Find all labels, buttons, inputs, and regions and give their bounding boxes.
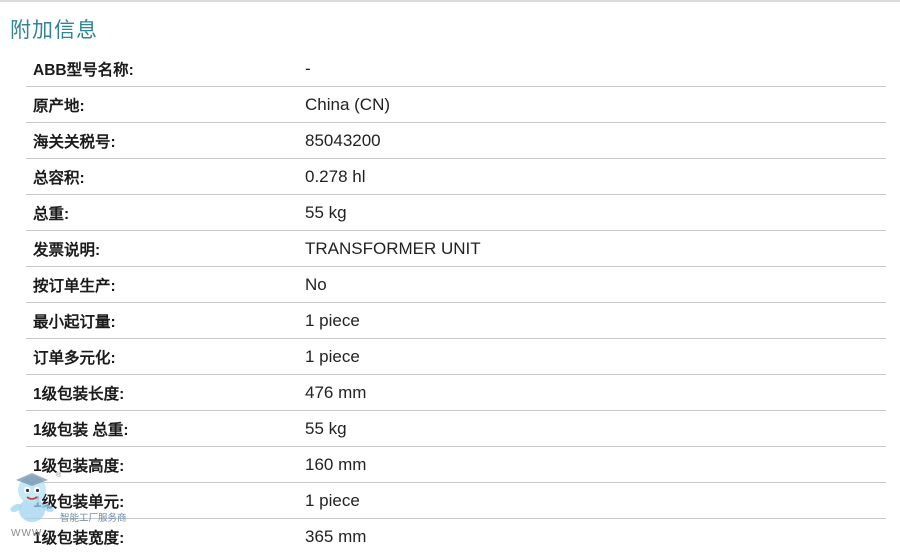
row-value: 85043200 — [305, 130, 381, 150]
section-title: 附加信息 — [10, 19, 98, 42]
row-value: 365 mm — [305, 526, 367, 546]
table-row: 总重: 55 kg — [26, 195, 886, 231]
row-value: 160 mm — [305, 454, 367, 474]
top-divider — [0, 0, 900, 2]
row-label: 总重: — [33, 205, 70, 223]
row-value: 1 piece — [305, 490, 360, 510]
row-label: 最小起订量: — [33, 313, 116, 331]
row-label: 总容积: — [33, 169, 85, 187]
table-row: 1级包装 总重: 55 kg — [26, 411, 886, 447]
row-value: China (CN) — [305, 94, 391, 114]
row-value: TRANSFORMER UNIT — [305, 238, 481, 258]
table-row: 原产地: China (CN) — [26, 87, 886, 123]
table-row: 1级包装长度: 476 mm — [26, 375, 886, 411]
table-row: 1级包装高度: 160 mm — [26, 447, 886, 483]
table-row: 1级包装宽度: 365 mm — [26, 519, 886, 554]
row-label: 发票说明: — [33, 241, 101, 259]
row-value: 476 mm — [305, 382, 367, 402]
row-label: 1级包装宽度: — [33, 529, 125, 547]
additional-info-table: ABB型号名称: - 原产地: China (CN) 海关关税号: 850432… — [26, 51, 886, 554]
row-label: ABB型号名称: — [33, 61, 134, 79]
row-label: 1级包装长度: — [33, 385, 125, 403]
table-row: 发票说明: TRANSFORMER UNIT — [26, 231, 886, 267]
row-value: 1 piece — [305, 346, 360, 366]
table-row: 1级包装单元: 1 piece — [26, 483, 886, 519]
row-value: 55 kg — [305, 418, 347, 438]
row-label: 原产地: — [33, 97, 85, 115]
row-label: 订单多元化: — [33, 349, 116, 367]
table-row: 海关关税号: 85043200 — [26, 123, 886, 159]
row-value: 1 piece — [305, 310, 360, 330]
table-row: 按订单生产: No — [26, 267, 886, 303]
row-label: 1级包装单元: — [33, 493, 125, 511]
row-value: - — [305, 58, 311, 78]
table-row: 最小起订量: 1 piece — [26, 303, 886, 339]
table-row: 订单多元化: 1 piece — [26, 339, 886, 375]
row-label: 1级包装高度: — [33, 457, 125, 475]
row-label: 按订单生产: — [33, 277, 116, 295]
row-value: No — [305, 274, 327, 294]
row-value: 55 kg — [305, 202, 347, 222]
row-value: 0.278 hl — [305, 166, 366, 186]
table-row: ABB型号名称: - — [26, 51, 886, 87]
row-label: 海关关税号: — [33, 133, 116, 151]
row-label: 1级包装 总重: — [33, 421, 129, 439]
table-row: 总容积: 0.278 hl — [26, 159, 886, 195]
